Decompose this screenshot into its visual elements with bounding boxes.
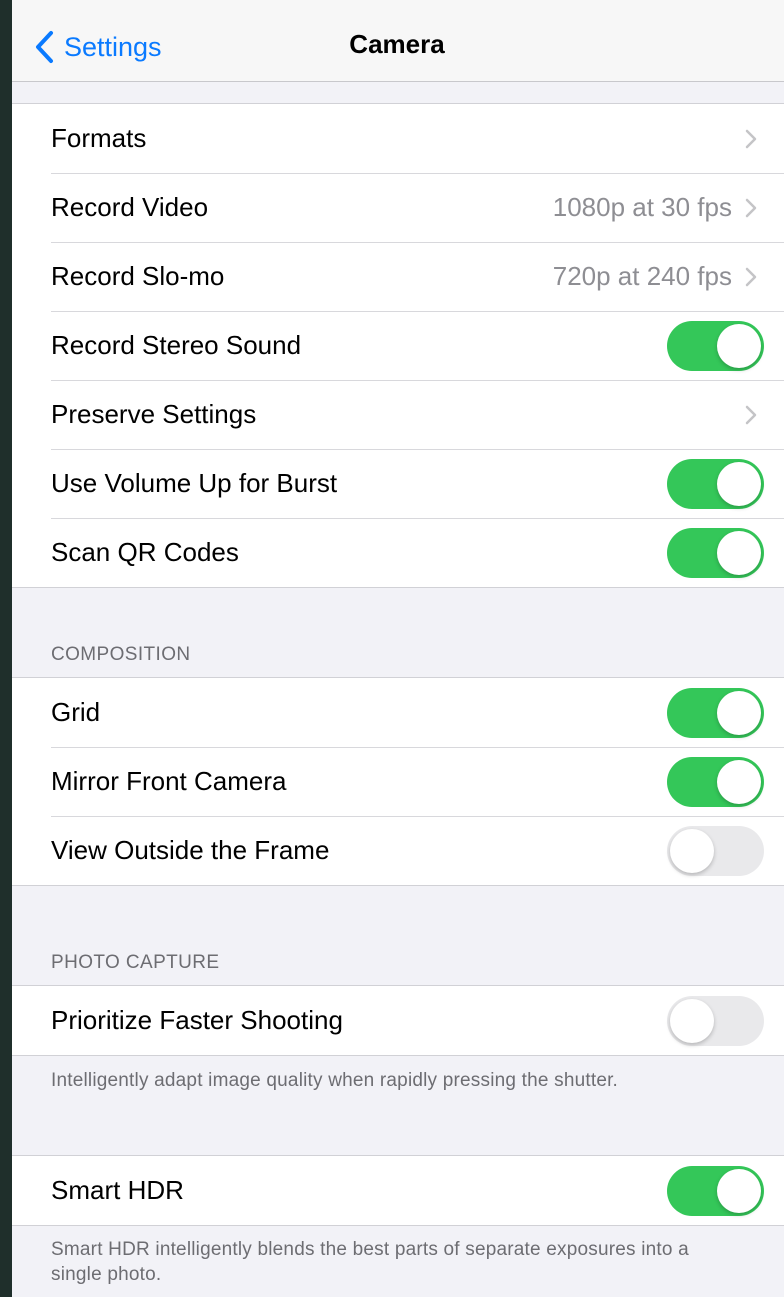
chevron-right-icon [745, 405, 757, 424]
row-value: 1080p at 30 fps [552, 192, 732, 222]
record-slo-mo-row[interactable]: Record Slo-mo 720p at 240 fps [12, 242, 784, 311]
toggle-knob [717, 1168, 761, 1213]
camera-settings-screen: Settings Camera Formats Record Video 108… [12, 0, 784, 1297]
view-outside-frame-toggle[interactable] [667, 825, 764, 876]
smart-hdr-toggle[interactable] [667, 1165, 764, 1216]
view-outside-frame-row: View Outside the Frame [12, 816, 784, 885]
volume-up-burst-row: Use Volume Up for Burst [12, 449, 784, 518]
scan-qr-codes-row: Scan QR Codes [12, 518, 784, 587]
scan-qr-codes-toggle[interactable] [667, 527, 764, 578]
volume-up-burst-toggle[interactable] [667, 458, 764, 509]
row-label: Preserve Settings [51, 399, 257, 429]
preserve-settings-row[interactable]: Preserve Settings [12, 380, 784, 449]
photo-capture-footer: Intelligently adapt image quality when r… [51, 1070, 619, 1091]
row-label: Grid [51, 697, 101, 727]
photo-capture-header: PHOTO CAPTURE [51, 952, 220, 973]
chevron-right-icon [745, 129, 757, 148]
toggle-knob [717, 530, 761, 575]
smart-hdr-row: Smart HDR [12, 1156, 784, 1225]
row-label: Prioritize Faster Shooting [51, 1005, 343, 1035]
toggle-knob [670, 828, 714, 873]
composition-header: COMPOSITION [51, 644, 191, 665]
composition-group: Grid Mirror Front Camera View Outside th… [12, 677, 784, 886]
record-video-row[interactable]: Record Video 1080p at 30 fps [12, 173, 784, 242]
toggle-knob [670, 998, 714, 1043]
row-label: Formats [51, 123, 147, 153]
toggle-knob [717, 759, 761, 804]
smart-hdr-group: Smart HDR [12, 1155, 784, 1226]
smart-hdr-footer: Smart HDR intelligently blends the best … [51, 1239, 689, 1285]
formats-row[interactable]: Formats [12, 104, 784, 173]
prioritize-faster-shooting-toggle[interactable] [667, 995, 764, 1046]
row-label: Mirror Front Camera [51, 766, 287, 796]
row-label: Record Stereo Sound [51, 330, 302, 360]
row-label: Scan QR Codes [51, 537, 239, 567]
mirror-front-camera-row: Mirror Front Camera [12, 747, 784, 816]
toggle-knob [717, 461, 761, 506]
page-title: Camera [349, 29, 445, 59]
row-label: Record Slo-mo [51, 261, 225, 291]
photo-capture-group: Prioritize Faster Shooting [12, 985, 784, 1056]
chevron-right-icon [745, 267, 757, 286]
grid-toggle[interactable] [667, 687, 764, 738]
prioritize-faster-shooting-row: Prioritize Faster Shooting [12, 986, 784, 1055]
toggle-knob [717, 323, 761, 368]
record-stereo-sound-row: Record Stereo Sound [12, 311, 784, 380]
main-settings-group: Formats Record Video 1080p at 30 fps Rec… [12, 103, 784, 588]
navigation-bar: Settings Camera [12, 0, 784, 82]
row-label: Use Volume Up for Burst [51, 468, 338, 498]
toggle-knob [717, 690, 761, 735]
mirror-front-camera-toggle[interactable] [667, 756, 764, 807]
row-value: 720p at 240 fps [552, 261, 732, 291]
chevron-right-icon [745, 198, 757, 217]
row-label: Record Video [51, 192, 209, 222]
row-label: Smart HDR [51, 1175, 184, 1205]
row-label: View Outside the Frame [51, 835, 330, 865]
grid-row: Grid [12, 678, 784, 747]
record-stereo-sound-toggle[interactable] [667, 320, 764, 371]
